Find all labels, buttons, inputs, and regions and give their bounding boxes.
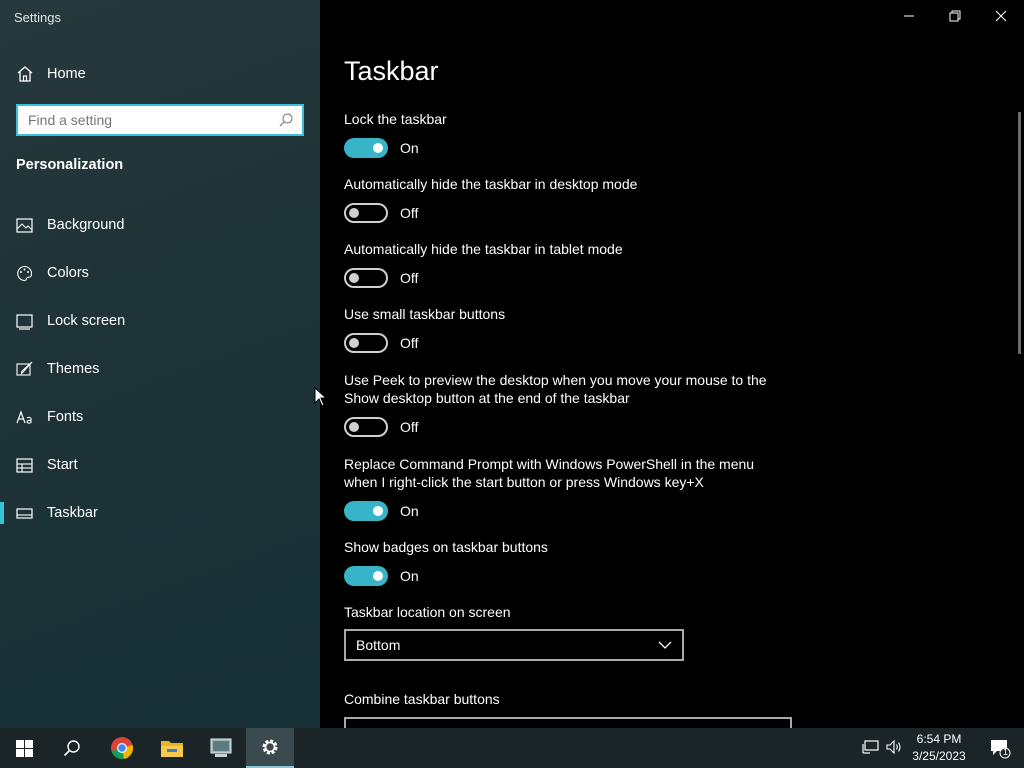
clock-date: 3/25/2023 [912, 749, 966, 763]
home-label: Home [47, 66, 86, 82]
taskbar-icon [16, 507, 33, 519]
setting-label: Replace Command Prompt with Windows Powe… [344, 456, 755, 490]
toggle-state: Off [400, 419, 419, 435]
toggle-state: Off [400, 270, 419, 286]
network-icon[interactable] [862, 738, 880, 756]
lock-taskbar-toggle-row: On [344, 137, 419, 159]
setting-label: Automatically hide the taskbar in deskto… [344, 176, 638, 192]
system-clock[interactable]: 6:54 PM 3/25/2023 [906, 731, 972, 765]
chrome-button[interactable] [98, 728, 146, 768]
setting-label: Use small taskbar buttons [344, 306, 506, 322]
peek-toggle-row: Off [344, 416, 418, 438]
control-panel-button[interactable] [197, 728, 245, 768]
location-label: Taskbar location on screen [344, 604, 511, 620]
sidebar-item-start[interactable]: Start [0, 445, 320, 485]
app-title: Settings [14, 10, 61, 25]
close-button[interactable] [978, 4, 1024, 28]
minimize-icon [904, 15, 914, 17]
palette-icon [17, 265, 33, 281]
sidebar-item-fonts[interactable]: Fonts [0, 397, 320, 437]
start-button[interactable] [0, 728, 48, 768]
clock-time: 6:54 PM [916, 732, 962, 746]
control-panel-icon [210, 738, 232, 757]
close-icon [995, 10, 1007, 22]
sidebar-item-label: Themes [47, 361, 100, 377]
sidebar-item-themes[interactable]: Themes [0, 349, 320, 389]
sidebar-item-label: Taskbar [47, 505, 98, 521]
chevron-down-icon [658, 641, 672, 649]
hide-tablet-toggle[interactable] [344, 268, 388, 288]
file-explorer-button[interactable] [148, 728, 196, 768]
sidebar-item-background[interactable]: Background [0, 205, 320, 245]
folder-icon [161, 741, 183, 757]
sidebar-item-label: Colors [47, 265, 89, 281]
small-buttons-toggle[interactable] [344, 333, 388, 353]
settings-taskbar-button[interactable] [246, 728, 294, 768]
brush-icon [16, 361, 33, 376]
volume-icon[interactable] [885, 738, 903, 756]
restore-button[interactable] [932, 4, 978, 28]
toggle-state: Off [400, 205, 419, 221]
combine-buttons-dropdown[interactable] [344, 717, 792, 728]
home-button[interactable]: Home [16, 62, 86, 86]
taskbar: 6:54 PM 3/25/2023 1 [0, 728, 1024, 768]
scrollbar[interactable] [1018, 112, 1021, 354]
hide-desktop-toggle-row: Off [344, 202, 418, 224]
toggle-state: On [400, 568, 419, 584]
action-center-button[interactable]: 1 [976, 728, 1024, 768]
setting-label: Automatically hide the taskbar in tablet… [344, 241, 623, 257]
font-icon [16, 409, 32, 424]
powershell-toggle-row: On [344, 500, 419, 522]
toggle-state: Off [400, 335, 419, 351]
small-buttons-toggle-row: Off [344, 332, 418, 354]
lock-screen-icon [16, 313, 33, 330]
start-layout-icon [16, 457, 33, 473]
search-icon[interactable] [278, 112, 294, 128]
main-content: Taskbar Lock the taskbar On Automaticall… [320, 0, 1024, 728]
setting-label: Use Peek to preview the desktop when you… [344, 372, 767, 406]
peek-toggle[interactable] [344, 417, 388, 437]
dropdown-value: Bottom [356, 637, 401, 653]
sidebar-item-lock-screen[interactable]: Lock screen [0, 301, 320, 341]
setting-label: Lock the taskbar [344, 111, 447, 127]
taskbar-location-dropdown[interactable]: Bottom [344, 629, 684, 661]
notification-count: 1 [1003, 747, 1009, 757]
sidebar-item-label: Lock screen [47, 313, 126, 329]
minimize-button[interactable] [886, 4, 932, 28]
badges-toggle-row: On [344, 565, 419, 587]
page-title: Taskbar [344, 56, 439, 86]
chrome-icon [111, 737, 133, 760]
lock-taskbar-toggle[interactable] [344, 138, 388, 158]
section-title: Personalization [16, 157, 124, 173]
windows-logo-icon [15, 739, 33, 757]
mouse-cursor-icon [314, 387, 328, 407]
search-icon [63, 740, 80, 757]
toggle-state: On [400, 503, 419, 519]
home-icon [17, 66, 33, 82]
hide-desktop-toggle[interactable] [344, 203, 388, 223]
sidebar-item-label: Background [47, 217, 125, 233]
sidebar-item-label: Fonts [47, 409, 84, 425]
toggle-state: On [400, 140, 419, 156]
sidebar: Settings Home Personalization Background… [0, 0, 320, 728]
hide-tablet-toggle-row: Off [344, 267, 418, 289]
gear-icon [262, 739, 278, 755]
search-taskbar-button[interactable] [48, 728, 96, 768]
sidebar-item-colors[interactable]: Colors [0, 253, 320, 293]
powershell-toggle[interactable] [344, 501, 388, 521]
sidebar-item-label: Start [47, 457, 78, 473]
setting-label: Show badges on taskbar buttons [344, 539, 548, 555]
selection-indicator [0, 502, 4, 524]
search-box[interactable] [16, 104, 304, 136]
sidebar-item-taskbar[interactable]: Taskbar [0, 493, 320, 533]
picture-icon [16, 217, 33, 233]
search-input[interactable] [18, 106, 278, 134]
restore-icon [949, 10, 961, 22]
combine-label: Combine taskbar buttons [344, 691, 500, 707]
badges-toggle[interactable] [344, 566, 388, 586]
